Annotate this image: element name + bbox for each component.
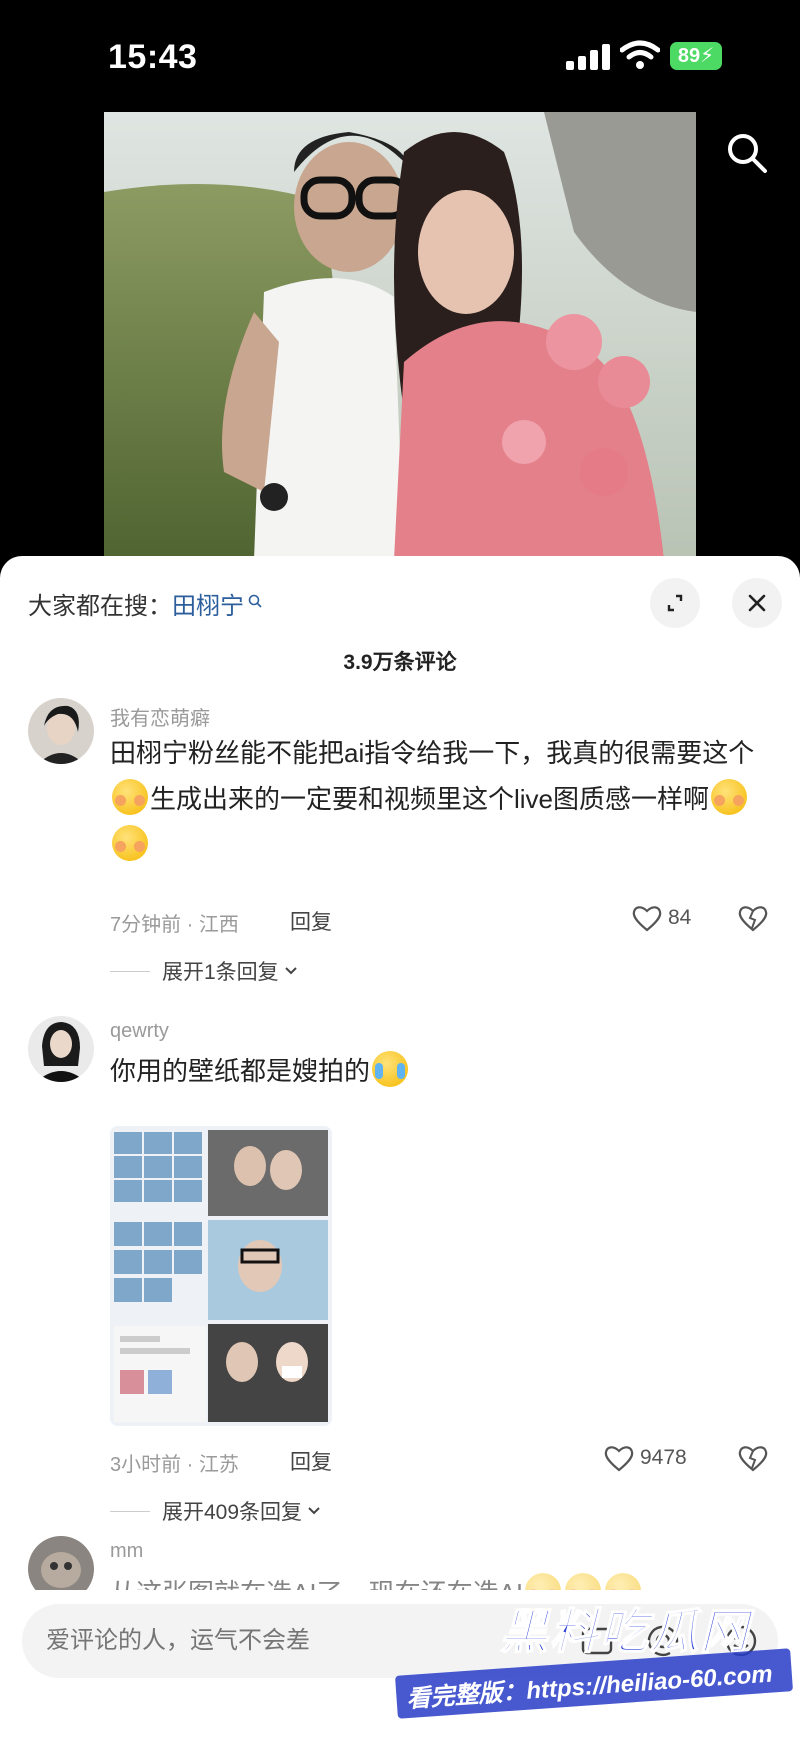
like-button[interactable]: 9478 — [604, 1444, 687, 1472]
heart-icon — [604, 1446, 634, 1472]
close-button[interactable] — [732, 578, 782, 628]
comment-meta: 7分钟前 · 江西 — [110, 914, 239, 936]
comment-meta: 3小时前 · 江苏 — [110, 1454, 239, 1476]
comment-line: 田栩宁粉丝能不能把ai指令给我一下，我真的很需要这个 — [110, 738, 755, 768]
video-area[interactable] — [0, 110, 800, 560]
broken-heart-icon[interactable] — [738, 1444, 768, 1472]
heart-icon — [632, 906, 662, 932]
pleading-emoji-icon — [112, 779, 148, 815]
comment-username[interactable]: 我有恋萌癖 — [110, 702, 210, 731]
chevron-down-icon — [284, 967, 297, 975]
expand-icon — [667, 594, 683, 612]
comment-text: 田栩宁粉丝能不能把ai指令给我一下，我真的很需要这个 生成出来的一定要和视频里这… — [110, 730, 782, 868]
signal-icon — [566, 44, 610, 70]
like-count: 9478 — [640, 1446, 687, 1469]
video-photo — [104, 112, 696, 560]
expand-button[interactable] — [650, 578, 700, 628]
pleading-emoji-icon — [711, 779, 748, 815]
like-count: 84 — [668, 906, 692, 929]
expand-replies-button[interactable]: 展开409条回复 — [110, 1496, 322, 1526]
trending-prefix: 大家都在搜： — [28, 593, 172, 620]
comment-username[interactable]: qewrty — [110, 1020, 169, 1043]
battery-level: 89 — [677, 45, 701, 67]
expand-replies-label: 展开1条回复 — [162, 961, 279, 984]
crying-emoji-icon — [372, 1051, 409, 1087]
status-bar: 15:43 89⚡ — [0, 0, 800, 110]
avatar[interactable] — [28, 698, 94, 764]
reply-button[interactable]: 回复 — [290, 1446, 332, 1476]
comment-line: 你用的壁纸都是嫂拍的 — [110, 1056, 371, 1086]
battery-indicator: 89⚡ — [670, 42, 722, 70]
comment-text: 你用的壁纸都是嫂拍的 — [110, 1048, 782, 1094]
like-button[interactable]: 84 — [632, 904, 691, 932]
divider — [110, 970, 150, 972]
search-icon[interactable] — [724, 130, 770, 176]
comment-item: 我有恋萌癖 田栩宁粉丝能不能把ai指令给我一下，我真的很需要这个 生成出来的一定… — [0, 698, 800, 1008]
trending-search[interactable]: 大家都在搜：田栩宁 — [28, 586, 262, 621]
close-icon — [748, 594, 766, 612]
comment-image[interactable] — [110, 1126, 332, 1426]
search-icon — [248, 594, 262, 608]
status-time: 15:43 — [108, 38, 198, 76]
divider — [110, 1510, 150, 1512]
comment-line: 生成出来的一定要和视频里这个live图质感一样啊 — [150, 784, 710, 814]
trending-keyword[interactable]: 田栩宁 — [172, 593, 244, 620]
video-frame[interactable] — [104, 112, 696, 560]
comment-count: 3.9万条评论 — [343, 651, 457, 674]
expand-replies-button[interactable]: 展开1条回复 — [110, 956, 299, 986]
expand-replies-label: 展开409条回复 — [162, 1501, 303, 1524]
comment-item: qewrty 你用的壁纸都是嫂拍的 3小时前 · 江苏 回复 9478 展开40… — [0, 1016, 800, 1536]
pleading-emoji-icon — [112, 825, 148, 861]
broken-heart-icon[interactable] — [738, 904, 768, 932]
reply-button[interactable]: 回复 — [290, 906, 332, 936]
wifi-icon — [620, 40, 660, 69]
avatar[interactable] — [28, 1016, 94, 1082]
watermark-title: 黑料吃瓜网 — [499, 1605, 751, 1660]
chevron-down-icon — [308, 1507, 320, 1515]
comment-username[interactable]: mm — [110, 1540, 143, 1563]
comment-panel: 大家都在搜：田栩宁 3.9万条评论 我有恋萌癖 田栩宁粉丝能不能把ai指令给我一… — [0, 556, 800, 1739]
